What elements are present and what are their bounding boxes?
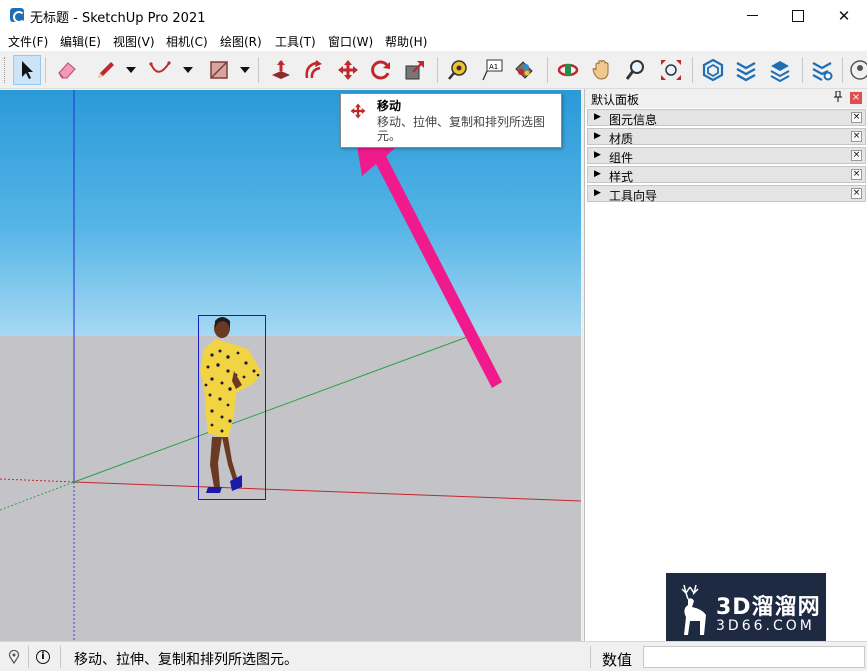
pencil-line-icon[interactable] bbox=[92, 55, 120, 85]
menu-file[interactable]: 文件(F) bbox=[8, 33, 48, 50]
zoom-icon[interactable] bbox=[622, 55, 650, 85]
default-tray-panel: 默认面板 × ▶ 图元信息 × ▶ 材质 × ▶ 组件 × ▶ 样式 × ▶ 工… bbox=[584, 89, 867, 641]
tray-panel-close-button[interactable]: × bbox=[851, 131, 862, 142]
tooltip-description: 移动、拉伸、复制和排列所选图元。 bbox=[377, 115, 546, 143]
tray-title: 默认面板 bbox=[591, 93, 640, 107]
move-icon bbox=[350, 103, 366, 119]
zoom-extents-icon[interactable] bbox=[657, 55, 685, 85]
title-bar: 无标题 - SketchUp Pro 2021 ✕ bbox=[0, 0, 867, 31]
toolbar-separator bbox=[547, 57, 548, 83]
offset-icon[interactable] bbox=[300, 55, 328, 85]
deer-logo bbox=[681, 584, 706, 635]
status-divider bbox=[28, 646, 29, 668]
status-message: 移动、拉伸、复制和排列所选图元。 bbox=[74, 652, 298, 668]
measurements-label: 数值 bbox=[602, 651, 633, 669]
paint-bucket-icon[interactable] bbox=[510, 55, 538, 85]
move-icon[interactable] bbox=[334, 55, 362, 85]
tray-panel-materials[interactable]: ▶ 材质 × bbox=[587, 128, 866, 146]
watermark: 3D溜溜网 3D66.COM bbox=[666, 573, 826, 649]
tray-header: 默认面板 × bbox=[585, 89, 867, 108]
minimize-button[interactable] bbox=[729, 0, 775, 31]
window-title: 无标题 - SketchUp Pro 2021 bbox=[30, 11, 206, 26]
tray-panel-entity-info[interactable]: ▶ 图元信息 × bbox=[587, 109, 866, 127]
arc-icon[interactable] bbox=[146, 55, 174, 85]
watermark-url: 3D66.COM bbox=[716, 618, 815, 634]
measurements-input[interactable] bbox=[643, 646, 865, 668]
selection-bounding-box bbox=[198, 315, 266, 500]
tray-panel-close-button[interactable]: × bbox=[851, 150, 862, 161]
tray-panel-label: 材质 bbox=[609, 132, 634, 146]
expand-arrow-icon: ▶ bbox=[594, 188, 601, 198]
status-bar: i 移动、拉伸、复制和排列所选图元。 数值 bbox=[0, 641, 867, 671]
push-pull-icon[interactable] bbox=[267, 55, 295, 85]
sketchup-app-icon bbox=[10, 8, 25, 23]
geo-location-icon[interactable] bbox=[8, 650, 20, 664]
extension-manager-icon[interactable] bbox=[808, 55, 836, 85]
menu-bar: 文件(F) 编辑(E) 视图(V) 相机(C) 绘图(R) 工具(T) 窗口(W… bbox=[0, 31, 867, 51]
menu-tools[interactable]: 工具(T) bbox=[275, 33, 316, 50]
toolbar-separator bbox=[437, 57, 438, 83]
pencil-dropdown-button[interactable] bbox=[124, 64, 136, 76]
status-divider bbox=[590, 646, 591, 668]
tray-panel-styles[interactable]: ▶ 样式 × bbox=[587, 166, 866, 184]
tray-panel-label: 工具向导 bbox=[609, 189, 658, 203]
orbit-icon[interactable] bbox=[554, 55, 582, 85]
menu-edit[interactable]: 编辑(E) bbox=[60, 33, 101, 50]
tray-panel-label: 组件 bbox=[609, 151, 634, 165]
status-divider bbox=[60, 646, 61, 668]
tray-panel-close-button[interactable]: × bbox=[851, 112, 862, 123]
pan-hand-icon[interactable] bbox=[588, 55, 616, 85]
maximize-button[interactable] bbox=[775, 0, 821, 31]
text-tool-caption: A1 bbox=[489, 63, 498, 71]
expand-arrow-icon: ▶ bbox=[594, 150, 601, 160]
tape-measure-icon[interactable] bbox=[444, 55, 472, 85]
toolbar-separator bbox=[258, 57, 259, 83]
menu-draw[interactable]: 绘图(R) bbox=[220, 33, 262, 50]
shape-dropdown-button[interactable] bbox=[238, 64, 250, 76]
move-tool-tooltip: 移动 移动、拉伸、复制和排列所选图元。 bbox=[340, 93, 562, 148]
rotate-icon[interactable] bbox=[367, 55, 395, 85]
menu-window[interactable]: 窗口(W) bbox=[328, 33, 373, 50]
layout-icon[interactable] bbox=[766, 55, 794, 85]
tray-panel-components[interactable]: ▶ 组件 × bbox=[587, 147, 866, 165]
menu-help[interactable]: 帮助(H) bbox=[385, 33, 427, 50]
tray-panel-label: 样式 bbox=[609, 170, 634, 184]
extension-warehouse-icon[interactable] bbox=[732, 55, 760, 85]
tray-panel-instructor[interactable]: ▶ 工具向导 × bbox=[587, 185, 866, 203]
tray-panel-close-button[interactable]: × bbox=[851, 188, 862, 199]
menu-view[interactable]: 视图(V) bbox=[113, 33, 155, 50]
info-icon[interactable]: i bbox=[36, 650, 50, 664]
tooltip-title: 移动 bbox=[377, 99, 402, 113]
rectangle-icon[interactable] bbox=[205, 55, 233, 85]
pin-icon[interactable] bbox=[833, 90, 843, 105]
red-axis-negative bbox=[0, 478, 75, 483]
annotation-arrow bbox=[354, 128, 502, 388]
close-window-button[interactable]: ✕ bbox=[821, 0, 867, 31]
tray-panel-close-button[interactable]: × bbox=[851, 169, 862, 180]
scale-icon[interactable] bbox=[401, 55, 429, 85]
large-toolset-toolbar: A1 bbox=[0, 51, 867, 89]
tray-panel-label: 图元信息 bbox=[609, 113, 658, 127]
warehouse-icon[interactable] bbox=[699, 55, 727, 85]
toolbar-separator bbox=[45, 57, 46, 83]
expand-arrow-icon: ▶ bbox=[594, 169, 601, 179]
eraser-icon[interactable] bbox=[53, 55, 81, 85]
expand-arrow-icon: ▶ bbox=[594, 112, 601, 122]
arc-dropdown-button[interactable] bbox=[181, 64, 193, 76]
expand-arrow-icon: ▶ bbox=[594, 131, 601, 141]
tray-close-button[interactable]: × bbox=[850, 92, 862, 104]
text-label-icon[interactable]: A1 bbox=[478, 55, 506, 85]
red-axis bbox=[73, 481, 581, 502]
toolbar-separator bbox=[692, 57, 693, 83]
green-axis-negative bbox=[0, 481, 75, 511]
toolbar-separator bbox=[802, 57, 803, 83]
select-arrow-icon[interactable] bbox=[13, 55, 41, 85]
profile-icon[interactable] bbox=[848, 55, 867, 85]
toolbar-grip[interactable] bbox=[4, 57, 7, 83]
toolbar-separator bbox=[842, 57, 843, 83]
watermark-title: 3D溜溜网 bbox=[716, 595, 821, 620]
menu-camera[interactable]: 相机(C) bbox=[166, 33, 208, 50]
